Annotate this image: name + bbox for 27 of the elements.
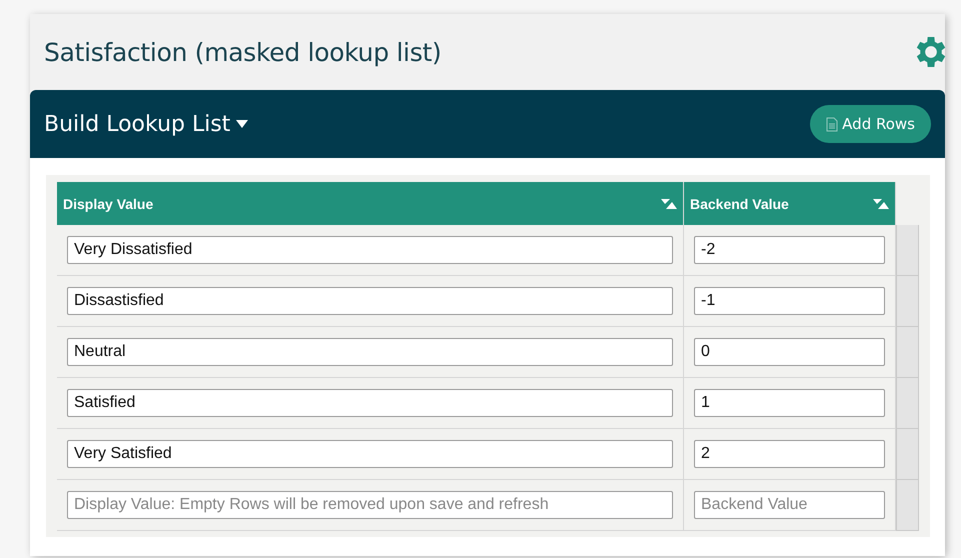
row-handle[interactable] [896,327,919,378]
backend-value-field[interactable]: -2 [694,236,885,264]
sort-icon[interactable] [873,198,889,208]
panel-title[interactable]: Build Lookup List [44,112,248,136]
display-value-field[interactable]: Very Dissatisfied [67,236,673,264]
backend-value-field[interactable]: -1 [694,287,885,315]
backend-value-field[interactable]: Backend Value [694,491,885,519]
backend-value-field[interactable]: 2 [694,440,885,468]
sort-icon[interactable] [661,198,677,208]
display-value-field[interactable]: Dissastisfied [67,287,673,315]
display-value-field[interactable]: Very Satisfied [67,440,673,468]
caret-icon [236,120,248,128]
backend-value-field[interactable]: 0 [694,338,885,366]
row-handle[interactable] [896,276,919,327]
display-value-field[interactable]: Satisfied [67,389,673,417]
column-header[interactable]: Display Value [57,182,684,225]
column-header[interactable]: Backend Value [684,182,896,225]
add-rows-button[interactable]: Add Rows [810,105,931,143]
backend-value-field[interactable]: 1 [694,389,885,417]
row-handle[interactable] [896,429,919,480]
document-icon [826,116,838,132]
display-value-field[interactable]: Display Value: Empty Rows will be removed upon save and refresh [67,491,673,519]
row-handle[interactable] [896,378,919,429]
display-value-field[interactable]: Neutral [67,338,673,366]
page-title: Satisfaction (masked lookup list) [44,38,442,66]
row-handle[interactable] [896,480,919,531]
row-handle[interactable] [896,225,919,276]
